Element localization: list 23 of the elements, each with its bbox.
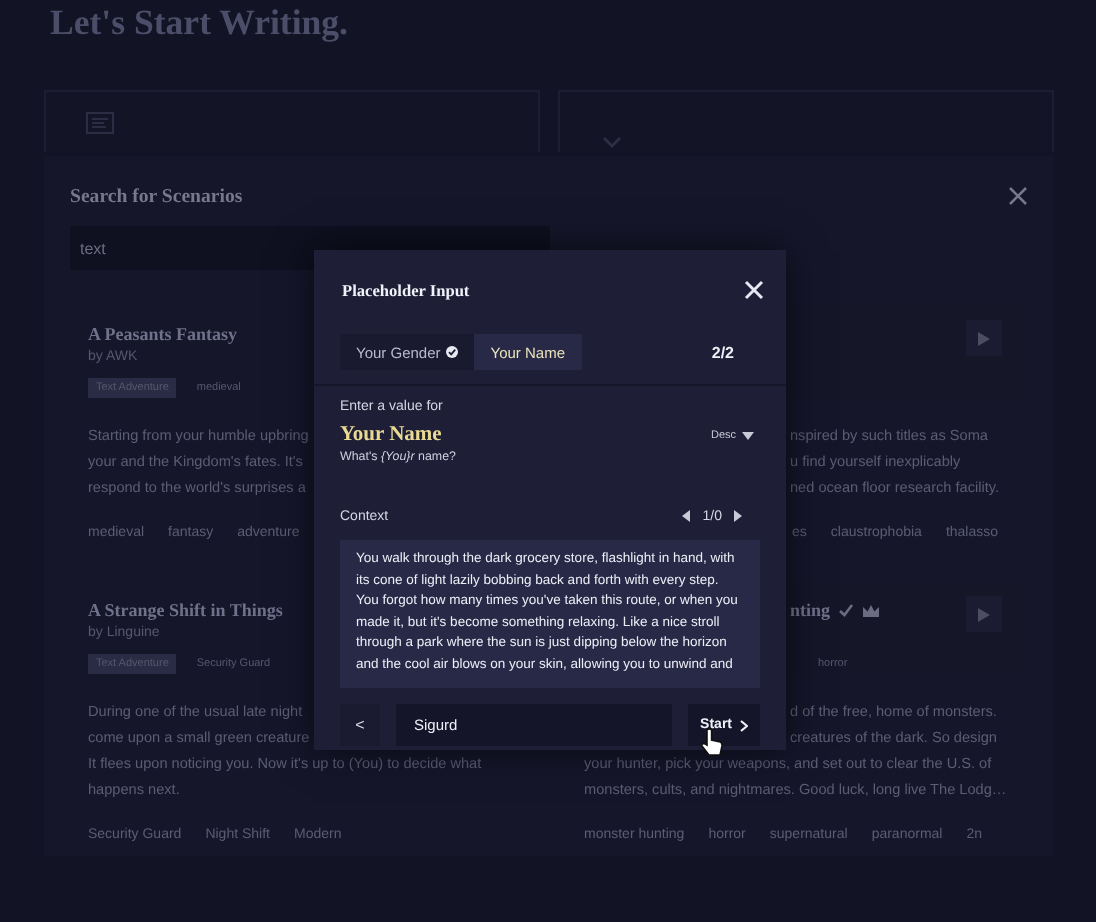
chevron-down-icon (602, 136, 622, 148)
caret-right-icon (734, 510, 742, 522)
close-icon (1008, 186, 1028, 206)
hand-pointer-icon (700, 728, 724, 758)
previous-button[interactable] (682, 510, 691, 522)
close-button[interactable] (740, 276, 768, 304)
dialog-title: Placeholder Input (342, 281, 470, 299)
back-button[interactable]: < (340, 704, 380, 746)
play-icon (978, 331, 990, 345)
field-name: Your Name (340, 424, 442, 446)
caret-icon (742, 431, 754, 439)
caret-left-icon (682, 510, 691, 522)
next-button[interactable] (734, 510, 742, 522)
scenario-title[interactable]: nting (790, 600, 831, 620)
page-title: Let's Start Writing. (50, 0, 348, 44)
close-icon (744, 280, 764, 300)
panel-title: Search for Scenarios (70, 185, 243, 207)
text-lines-icon (86, 111, 114, 133)
scenario-title[interactable]: A Peasants Fantasy (88, 324, 238, 344)
chevron-right-icon (740, 719, 748, 731)
scenario-title[interactable]: A Strange Shift in Things (88, 600, 283, 620)
step-counter: 2/2 (711, 343, 736, 361)
play-icon (978, 607, 990, 621)
